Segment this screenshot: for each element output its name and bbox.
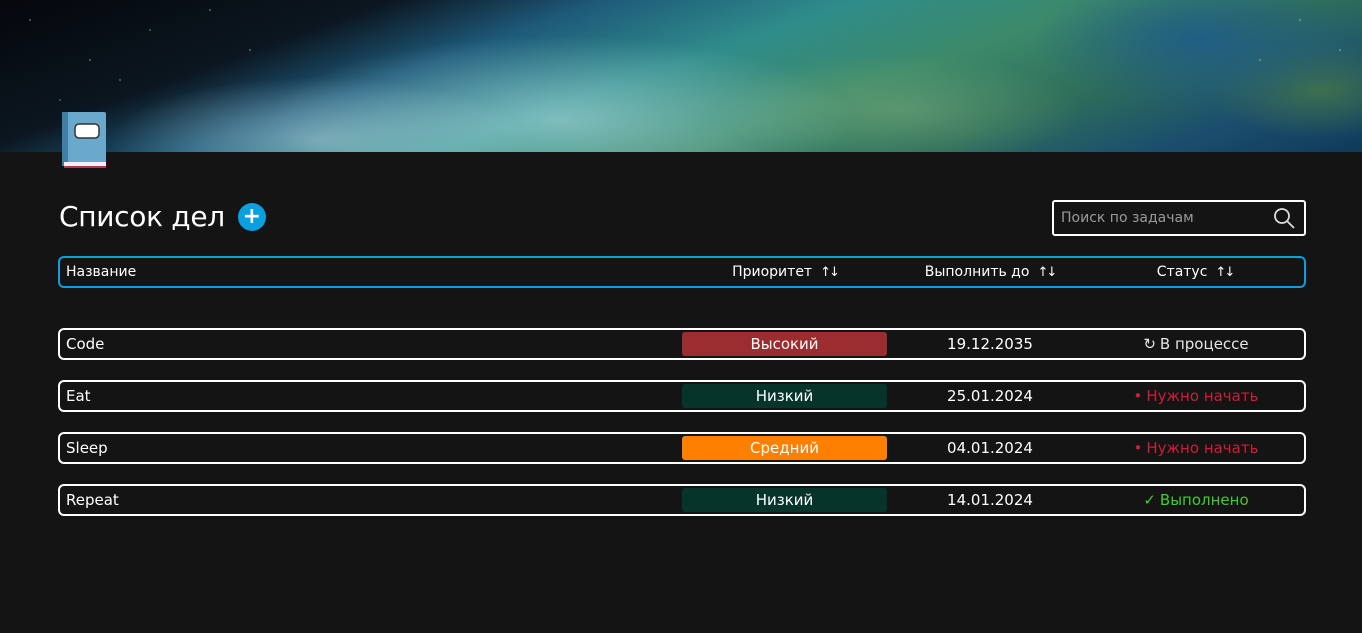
banner-stars (0, 0, 1362, 152)
search-box (1052, 200, 1306, 236)
notebook-icon (62, 112, 106, 168)
task-status: ↻ В процессе (1090, 330, 1302, 358)
search-input[interactable] (1054, 201, 1272, 235)
priority-badge: Высокий (682, 332, 887, 356)
column-header-status[interactable]: Статус ↑↓ (1110, 258, 1280, 286)
task-priority-cell: Низкий (682, 486, 887, 514)
task-due-date: 19.12.2035 (947, 335, 1033, 353)
task-status-label: Нужно начать (1146, 387, 1259, 405)
task-name: Eat (66, 387, 91, 405)
sort-icon[interactable]: ↑↓ (1037, 265, 1057, 280)
task-status: ✓ Выполнено (1090, 486, 1302, 514)
table-header: Название Приоритет ↑↓ Выполнить до ↑↓ Ст… (58, 256, 1306, 288)
column-header-priority-label: Приоритет (732, 264, 813, 280)
task-name: Code (66, 335, 105, 353)
task-row[interactable]: Eat Низкий 25.01.2024 • Нужно начать (58, 380, 1306, 412)
task-due-date: 04.01.2024 (947, 439, 1033, 457)
sort-icon[interactable]: ↑↓ (1215, 265, 1235, 280)
sort-icon[interactable]: ↑↓ (820, 265, 840, 280)
add-task-button[interactable]: + (237, 202, 266, 231)
column-header-status-label: Статус (1156, 264, 1208, 280)
priority-badge: Средний (682, 436, 887, 460)
priority-badge: Низкий (682, 488, 887, 512)
title-bar: Список дел + (59, 200, 266, 233)
task-due-date: 25.01.2024 (947, 387, 1033, 405)
task-name: Sleep (66, 439, 108, 457)
task-status-label: Нужно начать (1146, 439, 1259, 457)
task-name: Repeat (66, 491, 119, 509)
header-banner-image (0, 0, 1362, 152)
task-priority-cell: Низкий (682, 382, 887, 410)
task-status: • Нужно начать (1090, 434, 1302, 462)
task-status: • Нужно начать (1090, 382, 1302, 410)
task-priority-cell: Высокий (682, 330, 887, 358)
task-priority-cell: Средний (682, 434, 887, 462)
search-icon[interactable] (1272, 206, 1296, 230)
checkmark-icon: ✓ (1143, 491, 1156, 509)
column-header-due-label: Выполнить до (924, 264, 1030, 280)
column-header-priority[interactable]: Приоритет ↑↓ (700, 258, 870, 286)
task-row[interactable]: Sleep Средний 04.01.2024 • Нужно начать (58, 432, 1306, 464)
task-status-label: В процессе (1159, 335, 1249, 353)
column-header-due[interactable]: Выполнить до ↑↓ (905, 258, 1075, 286)
page-title: Список дел (59, 200, 225, 233)
bullet-icon: • (1133, 439, 1143, 457)
task-row[interactable]: Code Высокий 19.12.2035 ↻ В процессе (58, 328, 1306, 360)
column-header-name: Название (66, 264, 137, 280)
task-due-date: 14.01.2024 (947, 491, 1033, 509)
priority-badge: Низкий (682, 384, 887, 408)
bullet-icon: • (1133, 387, 1143, 405)
task-status-label: Выполнено (1159, 491, 1249, 509)
task-row[interactable]: Repeat Низкий 14.01.2024 ✓ Выполнено (58, 484, 1306, 516)
in-progress-icon: ↻ (1143, 335, 1156, 353)
